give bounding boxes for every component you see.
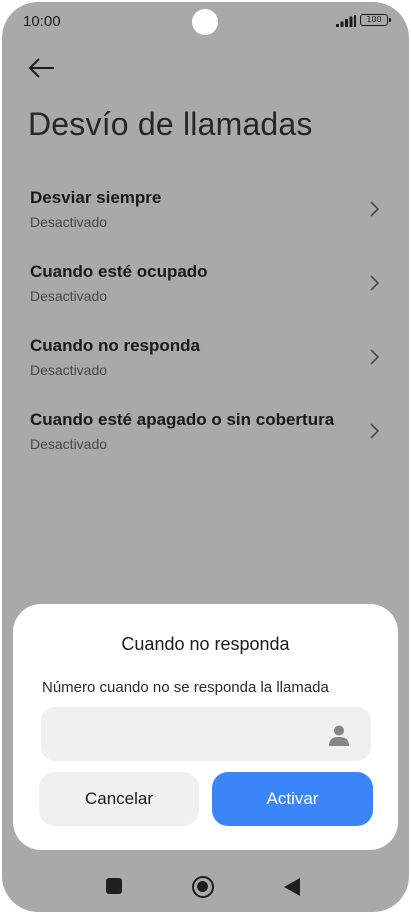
list-item-unreachable[interactable]: Cuando esté apagado o sin cobertura Desa… — [2, 396, 409, 466]
cancel-button[interactable]: Cancelar — [39, 772, 199, 826]
list-item-status: Desactivado — [30, 362, 108, 378]
home-circle-icon[interactable] — [192, 876, 214, 898]
screen: 10:00 100 Desvío de llamadas Desviar sie… — [2, 2, 409, 912]
list-item-no-answer[interactable]: Cuando no responda Desactivado — [2, 322, 409, 392]
phone-frame: 10:00 100 Desvío de llamadas Desviar sie… — [0, 0, 411, 914]
contact-person-icon[interactable] — [327, 723, 351, 747]
front-camera — [192, 9, 218, 35]
list-item-title: Cuando esté ocupado — [30, 262, 208, 281]
list-item-always[interactable]: Desviar siempre Desactivado — [2, 174, 409, 244]
chevron-right-icon — [370, 275, 380, 291]
chevron-right-icon — [370, 201, 380, 217]
battery-icon: 100 — [360, 14, 391, 26]
list-item-status: Desactivado — [30, 436, 108, 452]
list-item-busy[interactable]: Cuando esté ocupado Desactivado — [2, 248, 409, 318]
list-item-status: Desactivado — [30, 288, 108, 304]
square-icon[interactable] — [106, 878, 122, 894]
chevron-right-icon — [370, 349, 380, 365]
arrow-left-icon[interactable] — [26, 54, 58, 82]
dialog-title: Cuando no responda — [121, 634, 290, 654]
list-item-title: Cuando esté apagado o sin cobertura — [30, 410, 335, 429]
forward-number-dialog: Cuando no responda Número cuando no se r… — [13, 604, 398, 850]
list-item-status: Desactivado — [30, 214, 108, 230]
list-item-title: Desviar siempre — [30, 188, 162, 207]
status-time: 10:00 — [23, 13, 61, 30]
page-title: Desvío de llamadas — [28, 106, 313, 142]
triangle-back-icon[interactable] — [284, 878, 300, 896]
battery-level: 100 — [366, 15, 382, 24]
number-field-label: Número cuando no se responda la llamada — [42, 679, 329, 696]
activate-button[interactable]: Activar — [212, 772, 373, 826]
list-item-title: Cuando no responda — [30, 336, 200, 355]
chevron-right-icon — [370, 423, 380, 439]
signal-icon — [336, 15, 356, 27]
status-bar: 10:00 100 — [2, 2, 409, 42]
forward-number-input[interactable] — [41, 707, 371, 761]
